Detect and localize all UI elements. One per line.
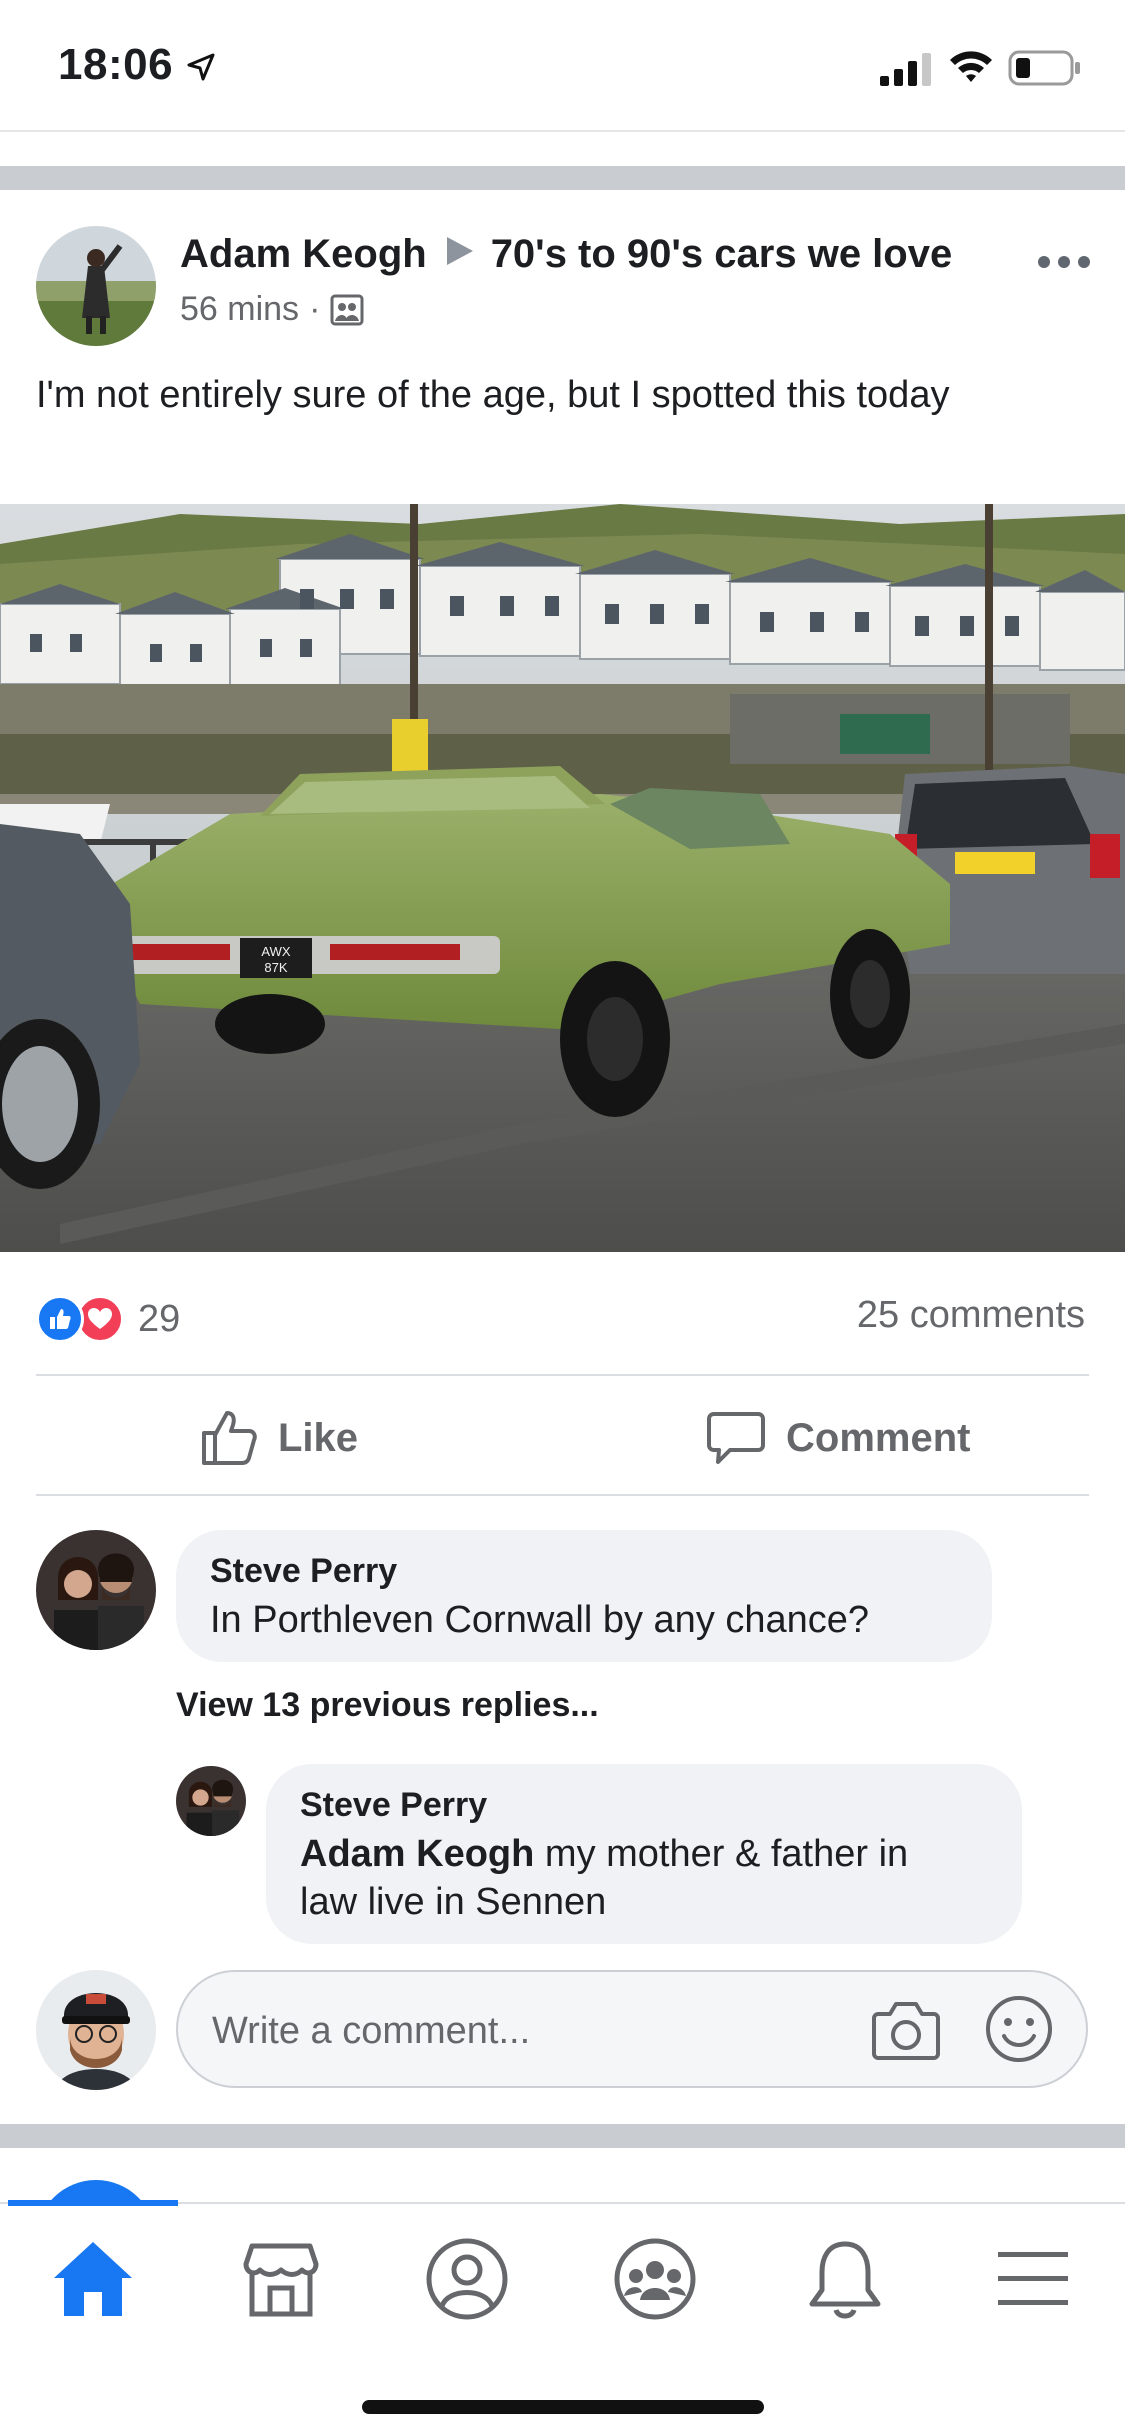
comment-input-placeholder: Write a comment... xyxy=(212,2010,531,2052)
view-previous-replies-link[interactable]: View 13 previous replies... xyxy=(176,1686,599,1725)
reply-avatar[interactable] xyxy=(176,1766,246,1836)
emoji-icon[interactable] xyxy=(984,1994,1054,2064)
next-post-avatar xyxy=(36,2180,156,2202)
reply-text: Adam Keogh my mother & father in law liv… xyxy=(300,1830,1000,1926)
reply-text-line2: law live in Sennen xyxy=(300,1881,607,1923)
like-reaction-icon xyxy=(36,1295,84,1343)
profile-icon[interactable] xyxy=(422,2234,512,2324)
wifi-icon xyxy=(950,51,992,82)
active-tab-indicator xyxy=(8,2200,178,2206)
thumbs-up-icon xyxy=(202,1411,257,1465)
notifications-icon[interactable] xyxy=(800,2234,890,2324)
more-options-icon[interactable] xyxy=(1036,250,1092,274)
status-bar: 18:06 xyxy=(0,0,1125,132)
feed-divider-bottom xyxy=(0,2124,1125,2148)
current-user-avatar xyxy=(36,1970,156,2090)
reply-mention[interactable]: Adam Keogh xyxy=(300,1833,534,1875)
menu-icon[interactable] xyxy=(988,2234,1078,2324)
comment-input[interactable]: Write a comment... xyxy=(176,1970,1088,2088)
comment-count[interactable]: 25 comments xyxy=(857,1294,1085,1337)
next-post-peek xyxy=(0,2150,1125,2202)
author-avatar[interactable] xyxy=(36,226,156,346)
battery-icon xyxy=(1008,50,1080,86)
post-time[interactable]: 56 mins xyxy=(180,290,299,329)
comment-author[interactable]: Steve Perry xyxy=(210,1552,397,1591)
svg-text:87K: 87K xyxy=(264,960,287,975)
comment-bubble-icon xyxy=(707,1412,765,1464)
author-name[interactable]: Adam Keogh xyxy=(180,232,427,276)
status-time: 18:06 xyxy=(58,40,174,89)
actions-bottom-divider xyxy=(36,1494,1089,1496)
reaction-count: 29 xyxy=(138,1297,181,1340)
comment-button[interactable]: Comment xyxy=(706,1400,970,1476)
reply-text-line1: my mother & father in xyxy=(534,1833,909,1875)
group-audience-icon xyxy=(330,294,364,325)
reply-bubble[interactable]: Steve Perry Adam Keogh my mother & fathe… xyxy=(266,1764,1022,1944)
post-text: I'm not entirely sure of the age, but I … xyxy=(36,374,950,416)
commenter-avatar[interactable] xyxy=(36,1530,156,1650)
comment-bubble[interactable]: Steve Perry In Porthleven Cornwall by an… xyxy=(176,1530,992,1662)
group-name[interactable]: 70's to 90's cars we love xyxy=(491,232,953,276)
location-arrow-icon xyxy=(187,53,215,81)
groups-icon[interactable] xyxy=(610,2234,700,2324)
feed-divider xyxy=(0,166,1125,190)
like-button[interactable]: Like xyxy=(200,1400,358,1476)
cellular-signal-icon xyxy=(880,53,931,86)
reaction-summary[interactable]: 29 xyxy=(36,1294,180,1344)
meta-separator: · xyxy=(309,290,321,328)
post-photo[interactable]: AWX 87K xyxy=(0,504,1125,1252)
post-meta: 56 mins · xyxy=(180,290,364,329)
comment-text: In Porthleven Cornwall by any chance? xyxy=(210,1599,870,1641)
home-indicator xyxy=(362,2400,764,2414)
like-label: Like xyxy=(278,1415,359,1460)
camera-icon[interactable] xyxy=(872,1998,940,2060)
reply-author[interactable]: Steve Perry xyxy=(300,1786,487,1825)
post-header-title: Adam Keogh 70's to 90's cars we love xyxy=(180,232,952,277)
marketplace-icon[interactable] xyxy=(236,2234,326,2324)
comment-label: Comment xyxy=(786,1415,971,1460)
home-icon[interactable] xyxy=(48,2234,138,2324)
actions-top-divider xyxy=(36,1374,1089,1376)
shared-to-arrow-icon xyxy=(446,237,473,265)
svg-text:AWX: AWX xyxy=(261,944,290,959)
